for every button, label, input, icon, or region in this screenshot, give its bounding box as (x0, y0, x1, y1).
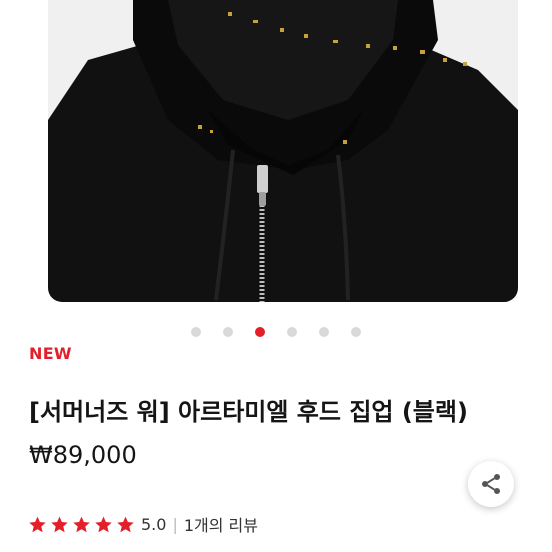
carousel-indicator (0, 326, 552, 338)
carousel-dot[interactable] (319, 327, 329, 337)
share-button[interactable] (468, 461, 514, 507)
carousel-dot[interactable] (287, 327, 297, 337)
rating-separator: | (172, 514, 178, 534)
star-icon (117, 516, 134, 532)
star-icon (73, 516, 90, 532)
product-price: ₩89,000 (29, 441, 137, 469)
rating-score: 5.0 (141, 514, 167, 534)
hoodie-illustration (48, 0, 518, 302)
new-badge: NEW (29, 344, 72, 363)
rating-summary[interactable]: 5.0 | 1개의 리뷰 (28, 513, 258, 535)
product-title: [서머너즈 워] 아르타미엘 후드 집업 (블랙) (29, 398, 468, 426)
product-image[interactable] (48, 0, 518, 302)
carousel-dot[interactable] (351, 327, 361, 337)
star-icon (95, 516, 112, 532)
carousel-dot-active[interactable] (255, 327, 265, 337)
star-icon (51, 516, 68, 532)
share-icon (482, 474, 500, 494)
star-icon (29, 516, 46, 532)
carousel-dot[interactable] (223, 327, 233, 337)
star-rating (28, 515, 135, 534)
carousel-dot[interactable] (191, 327, 201, 337)
review-count-link[interactable]: 1개의 리뷰 (184, 512, 258, 536)
